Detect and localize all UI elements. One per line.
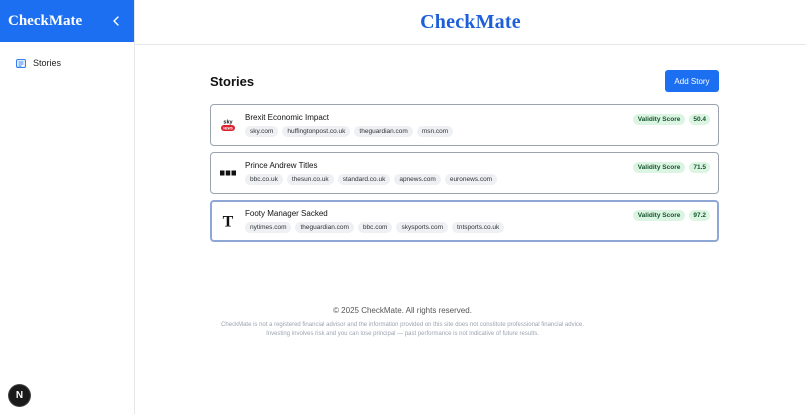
svg-text:T: T [223, 214, 234, 230]
nytimes-logo: T [220, 213, 236, 230]
sidebar: CheckMate Stories [0, 0, 135, 414]
source-tag: msn.com [416, 126, 454, 137]
source-tag: tntsports.co.uk [452, 222, 505, 233]
source-tag: huffingtonpost.co.uk [282, 126, 351, 137]
story-card[interactable]: T Footy Manager Sacked nytimes.com thegu… [210, 200, 719, 242]
story-title: Prince Andrew Titles [245, 161, 318, 170]
sidebar-item-label: Stories [33, 58, 62, 68]
source-tag: nytimes.com [245, 222, 292, 233]
collapse-sidebar-button[interactable] [108, 13, 124, 29]
topbar: CheckMate [135, 0, 806, 45]
validity-score: Validity Score 71.5 [632, 161, 710, 173]
score-label: Validity Score [632, 113, 686, 125]
stories-section: Stories Add Story sky NEWS Brexit Economi… [210, 70, 719, 248]
svg-text:NEWS: NEWS [223, 127, 233, 131]
source-tags: nytimes.com theguardian.com bbc.com skys… [245, 222, 633, 233]
disclaimer-line: CheckMate is not a registered financial … [221, 322, 584, 328]
source-tag: skysports.com [396, 222, 449, 233]
score-value: 71.5 [689, 161, 710, 173]
sidebar-nav: Stories [0, 42, 134, 70]
source-tag: theguardian.com [295, 222, 354, 233]
disclaimer-line: Investing involves risk and you can lose… [266, 330, 539, 337]
source-tag: standard.co.uk [337, 174, 391, 185]
sky-news-logo: sky NEWS [220, 117, 236, 133]
validity-score: Validity Score 97.2 [632, 209, 710, 221]
story-card[interactable]: Prince Andrew Titles bbc.co.uk thesun.co… [210, 152, 719, 194]
dev-badge[interactable]: N [9, 385, 30, 406]
score-label: Validity Score [632, 209, 686, 221]
svg-text:sky: sky [223, 120, 233, 126]
score-value: 50.4 [689, 113, 710, 125]
score-label: Validity Score [632, 161, 686, 173]
story-card[interactable]: sky NEWS Brexit Economic Impact sky.com h… [210, 104, 719, 146]
footer: © 2025 CheckMate. All rights reserved. C… [135, 306, 670, 338]
story-title: Brexit Economic Impact [245, 113, 330, 122]
story-title: Footy Manager Sacked [245, 209, 328, 218]
source-tag: euronews.com [444, 174, 498, 185]
validity-score: Validity Score 50.4 [632, 113, 710, 125]
source-tags: bbc.co.uk thesun.co.uk standard.co.uk ap… [245, 174, 633, 185]
source-tag: sky.com [245, 126, 279, 137]
main-area: CheckMate Stories Add Story sky NEWS Brex… [135, 0, 806, 414]
stories-icon [16, 58, 26, 68]
add-story-button[interactable]: Add Story [665, 70, 719, 92]
source-tag: bbc.co.uk [245, 174, 283, 185]
bbc-logo [220, 165, 236, 181]
story-body: Footy Manager Sacked nytimes.com theguar… [245, 209, 633, 233]
sidebar-brand: CheckMate [8, 12, 83, 29]
source-tag: theguardian.com [354, 126, 413, 137]
sidebar-item-stories[interactable]: Stories [0, 56, 134, 70]
source-tag: thesun.co.uk [286, 174, 334, 185]
page-title: Stories [210, 73, 255, 89]
header-brand: CheckMate [420, 10, 521, 33]
chevron-left-icon [113, 16, 119, 26]
copyright-text: © 2025 CheckMate. All rights reserved. [333, 306, 472, 315]
story-body: Brexit Economic Impact sky.com huffingto… [245, 113, 633, 137]
source-tag: bbc.com [357, 222, 393, 233]
app: CheckMate Stories N CheckMate Stories Ad… [0, 0, 806, 414]
score-value: 97.2 [689, 209, 710, 221]
source-tags: sky.com huffingtonpost.co.uk theguardian… [245, 126, 633, 137]
source-tag: apnews.com [394, 174, 441, 185]
sidebar-header: CheckMate [0, 0, 134, 42]
story-body: Prince Andrew Titles bbc.co.uk thesun.co… [245, 161, 633, 185]
content-header: Stories Add Story [210, 70, 719, 92]
